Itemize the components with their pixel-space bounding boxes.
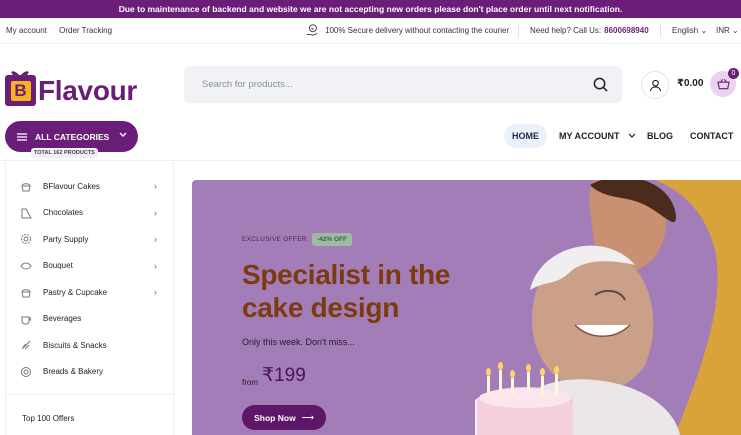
chevron-right-icon: › [154,260,157,271]
sidebar-category-item[interactable]: Pastry & Cupcake › [6,279,173,306]
sidebar-category-label: Biscuits & Snacks [43,340,107,350]
discount-badge: -42% OFF [312,233,352,246]
search-icon[interactable] [593,77,608,92]
hero-banner: EXCLUSIVE OFFER -42% OFF Specialist in t… [192,180,741,435]
sidebar-category-label: Chocolates [43,208,84,218]
flower-icon [20,262,32,270]
arrow-right-icon: ⟶ [301,412,314,422]
site-logo[interactable]: B Flavour [5,62,137,106]
category-sidebar: BFlavour Cakes › Chocolates › Party Supply › B… [5,162,174,435]
cart-button[interactable]: 0 [710,68,739,97]
gear-icon [21,234,31,245]
currency-select[interactable]: INR ⌄ [716,26,739,35]
shop-now-label: Shop Now [254,412,296,423]
hero-headline: Specialist in the cake design [242,259,451,323]
cup-icon [21,316,31,325]
sidebar-category-item[interactable]: Beverages [6,306,173,333]
top-offers-link[interactable]: Top 100 Offers [22,414,74,423]
help-phone[interactable]: 8600698940 [604,26,649,35]
maintenance-notice: Due to maintenance of backend and websit… [0,0,741,18]
divider [6,394,173,395]
sidebar-category-label: BFlavour Cakes [43,181,100,191]
user-icon [649,79,661,91]
basket-icon [716,79,730,90]
hero-price: from ₹199 [242,364,306,387]
my-account-link[interactable]: My account [6,26,47,35]
menu-icon [17,132,27,141]
hero-photo [475,180,741,435]
sidebar-category-item[interactable]: Biscuits & Snacks [6,332,173,359]
chocolate-icon [21,208,32,219]
sidebar-category-label: Bouquet [43,261,73,271]
sidebar-category-item[interactable]: Chocolates › [6,200,173,227]
hero-subtitle: Only this week. Don't miss... [242,337,355,347]
nav-my-account[interactable]: MY ACCOUNT [559,124,636,148]
sidebar-category-item[interactable]: BFlavour Cakes › [6,173,173,200]
sidebar-category-item[interactable]: Breads & Bakery [6,359,173,386]
chevron-right-icon: › [154,181,157,192]
sidebar-category-label: Beverages [43,314,82,324]
bread-icon [21,366,31,377]
delivery-hand-icon [306,24,318,36]
exclusive-offer-label: EXCLUSIVE OFFER [242,236,307,243]
total-products-badge: TOTAL 162 PRODUCTS [31,148,98,158]
sidebar-category-label: Breads & Bakery [43,367,104,377]
order-tracking-link[interactable]: Order Tracking [59,26,112,35]
logo-letter: B [10,80,31,101]
sidebar-category-item[interactable]: Bouquet › [6,253,173,280]
sidebar-category-label: Pastry & Cupcake [43,287,108,297]
header: B Flavour ₹0.00 0 [0,44,741,122]
chevron-right-icon: › [154,287,157,298]
secure-delivery: 100% Secure delivery without contacting … [305,23,509,37]
language-select[interactable]: English ⌄ [672,26,707,35]
chevron-down-icon: ⌄ [732,26,739,35]
account-button[interactable] [641,71,669,99]
cart-count-badge: 0 [728,68,739,79]
cupcake-icon [21,183,31,192]
top-bar: My account Order Tracking 100% Secure de… [0,18,741,44]
nav-my-account-label: MY ACCOUNT [559,131,620,141]
divider [518,24,519,38]
logo-text: Flavour [38,75,138,106]
gift-logo-icon: B [5,71,36,106]
from-label: from [242,378,258,387]
language-value: English [672,26,699,35]
currency-value: INR [716,26,730,35]
secure-delivery-text: 100% Secure delivery without contacting … [325,25,510,35]
nav-row: ALL CATEGORIES TOTAL 162 PRODUCTS HOME M… [0,118,741,161]
sidebar-category-item[interactable]: Party Supply › [6,226,173,253]
sidebar-category-label: Party Supply [43,234,89,244]
nav-blog[interactable]: BLOG [647,124,673,148]
divider [660,24,661,38]
cart-total[interactable]: ₹0.00 [677,78,703,89]
shop-now-button[interactable]: Shop Now ⟶ [242,405,326,430]
price-value: ₹199 [262,365,306,386]
biscuit-icon [21,340,31,350]
chevron-right-icon: › [154,207,157,218]
nav-contact[interactable]: CONTACT [690,124,733,148]
help-text: Need help? Call Us: [530,26,602,35]
chevron-down-icon [119,132,127,137]
search-input[interactable] [202,66,582,103]
chevron-down-icon: ⌄ [700,26,708,35]
all-categories-label: ALL CATEGORIES [35,131,110,142]
chevron-down-icon [628,133,635,138]
chevron-right-icon: › [154,234,157,245]
help-line: Need help? Call Us: 8600698940 [530,26,649,35]
search-bar [184,66,622,103]
nav-home[interactable]: HOME [504,124,547,148]
cupcake-icon [21,289,31,298]
